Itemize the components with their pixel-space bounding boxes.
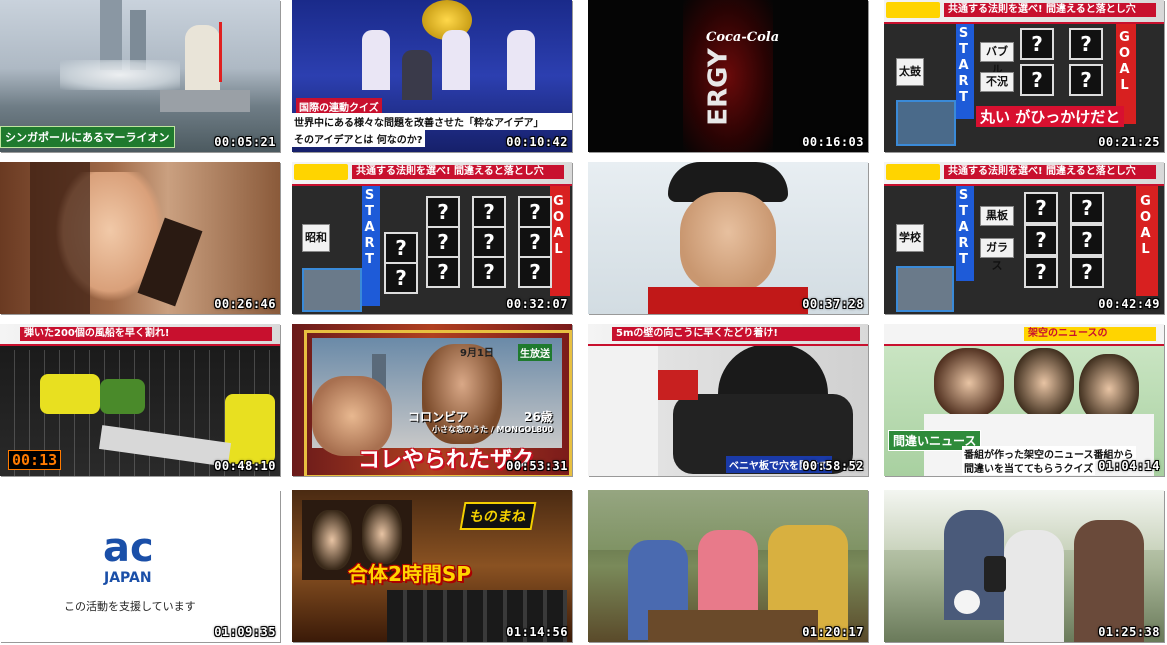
- word-1: 昭和: [302, 224, 330, 252]
- goal-label: GOAL: [1138, 194, 1153, 258]
- timestamp: 01:09:35: [214, 625, 276, 639]
- thumbnail-15[interactable]: 01:20:17: [588, 490, 868, 642]
- caption-2: そのアイデアとは 何なのか?: [292, 130, 425, 147]
- timestamp: 00:10:42: [506, 135, 568, 149]
- thumbnail-2[interactable]: 国際の連動クイズ 世界中にある様々な問題を改善させた「粋なアイデア」 そのアイデ…: [292, 0, 572, 152]
- thumbnail-9[interactable]: 弾いた200個の風船を早く割れ! 00:13 00:48:10: [0, 324, 280, 476]
- thumbnail-1[interactable]: シンガポールにあるマーライオン 00:05:21: [0, 0, 280, 152]
- brand-logo: Coca-Cola: [706, 30, 780, 45]
- product-word: ERGY: [703, 48, 734, 126]
- thumbnail-7[interactable]: 00:37:28: [588, 162, 868, 314]
- thumbnail-12[interactable]: 架空のニュースの 間違いニュース 番組が作った架空のニュース番組から 間違いを当…: [884, 324, 1164, 476]
- banner-text: 共通する法則を選べ! 間違えると落とし穴: [944, 165, 1156, 179]
- word-3: 不況: [980, 72, 1014, 92]
- start-label: START: [362, 188, 377, 268]
- timestamp: 00:32:07: [506, 297, 568, 311]
- thumbnail-13[interactable]: ac JAPAN この活動を支援しています 01:09:35: [0, 490, 280, 642]
- song: 小さな恋のうた / MONGOL800: [432, 425, 554, 434]
- thumbnail-14[interactable]: ものまね 合体2時間SP 01:14:56: [292, 490, 572, 642]
- timer: 00:13: [8, 450, 62, 470]
- thumbnail-4[interactable]: 共通する法則を選べ! 間違えると落とし穴 START GOAL 太鼓 バブル 不…: [884, 0, 1164, 152]
- word-3: ガラス: [980, 238, 1014, 272]
- timestamp: 01:04:14: [1098, 459, 1160, 473]
- banner-text: 共通する法則を選べ! 間違えると落とし穴: [944, 3, 1156, 17]
- start-label: START: [956, 26, 971, 106]
- thumbnail-6[interactable]: 共通する法則を選べ! 間違えると落とし穴 START GOAL 昭和 ? ? ?…: [292, 162, 572, 314]
- caption: 合体2時間SP: [348, 562, 471, 586]
- caption: 丸い がひっかけだと: [976, 106, 1125, 127]
- caption: シンガポールにあるマーライオン: [0, 126, 175, 148]
- ac-japan-label: JAPAN: [104, 570, 152, 586]
- banner-text: 5mの壁の向こうに早くたどり着け!: [612, 327, 860, 341]
- timestamp: 01:25:38: [1098, 625, 1160, 639]
- ac-logo: ac: [103, 525, 154, 571]
- timestamp: 00:58:52: [802, 459, 864, 473]
- thumbnail-5[interactable]: 00:26:46: [0, 162, 280, 314]
- caption-2: 間違いを当ててもらうクイズ: [962, 460, 1096, 475]
- country: コロンビア: [408, 410, 469, 424]
- thumbnail-8[interactable]: 共通する法則を選べ! 間違えると落とし穴 START GOAL 学校 黒板 ガラ…: [884, 162, 1164, 314]
- timestamp: 00:42:49: [1098, 297, 1160, 311]
- date: 9月1日: [460, 348, 494, 359]
- age: 26歳: [524, 410, 553, 424]
- timestamp: 00:21:25: [1098, 135, 1160, 149]
- timestamp: 01:14:56: [506, 625, 568, 639]
- thumbnail-3[interactable]: Coca-Cola ERGY 00:16:03: [588, 0, 868, 152]
- word-2: バブル: [980, 42, 1014, 76]
- timestamp: 00:26:46: [214, 297, 276, 311]
- thumbnail-11[interactable]: 5mの壁の向こうに早くたどり着け! ベニヤ板で穴を開けて 00:58:52: [588, 324, 868, 476]
- timestamp: 00:16:03: [802, 135, 864, 149]
- word-2: 黒板: [980, 206, 1014, 226]
- timestamp: 00:05:21: [214, 135, 276, 149]
- start-label: START: [956, 188, 971, 268]
- word-1: 学校: [896, 224, 924, 252]
- timestamp: 00:37:28: [802, 297, 864, 311]
- goal-label: GOAL: [1117, 30, 1132, 94]
- thumbnail-grid: シンガポールにあるマーライオン 00:05:21 国際の連動クイズ 世界中にある…: [0, 0, 1167, 645]
- support-text: この活動を支援しています: [64, 600, 196, 613]
- word-1: 太鼓: [896, 58, 924, 86]
- show-logo: ものまね: [459, 502, 537, 530]
- banner-text: 弾いた200個の風船を早く割れ!: [20, 327, 272, 341]
- tag: 生放送: [518, 344, 552, 361]
- banner-text: 共通する法則を選べ! 間違えると落とし穴: [352, 165, 564, 179]
- thumbnail-10[interactable]: 生放送 9月1日 コロンビア 26歳 小さな恋のうた / MONGOL800 コ…: [292, 324, 572, 476]
- goal-label: GOAL: [551, 194, 566, 258]
- timestamp: 00:53:31: [506, 459, 568, 473]
- banner-text: 架空のニュースの: [1024, 327, 1156, 341]
- timestamp: 01:20:17: [802, 625, 864, 639]
- thumbnail-16[interactable]: 01:25:38: [884, 490, 1164, 642]
- caption: 世界中にある様々な問題を改善させた「粋なアイデア」: [292, 113, 572, 130]
- timestamp: 00:48:10: [214, 459, 276, 473]
